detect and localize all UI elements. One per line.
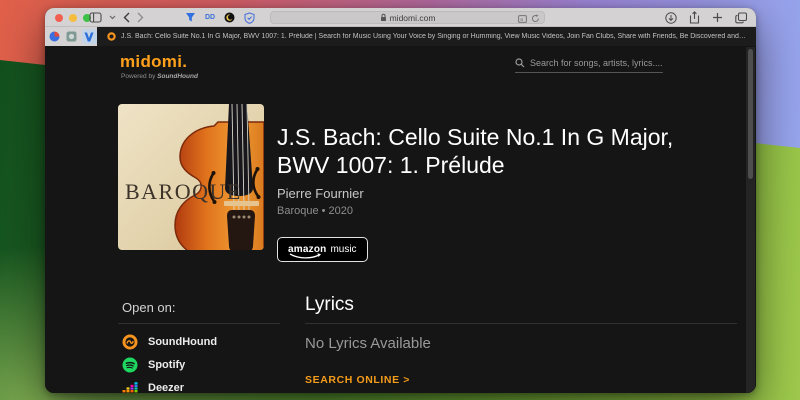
spotify-icon — [122, 357, 138, 373]
address-bar[interactable]: midomi.com a — [270, 11, 545, 24]
no-lyrics-status: No Lyrics Available — [305, 335, 431, 352]
dd-extension-icon[interactable]: DD — [205, 14, 215, 21]
track-album-year: Baroque • 2020 — [277, 205, 353, 217]
open-on-spotify[interactable]: Spotify — [122, 357, 185, 373]
lock-icon — [380, 13, 387, 22]
shield-extension-icon[interactable] — [244, 12, 255, 24]
minimize-window-button[interactable] — [69, 14, 77, 22]
soundhound-icon — [122, 334, 138, 350]
desktop-wallpaper: DD midomi.com a — [0, 0, 800, 400]
music-label: music — [330, 244, 356, 255]
open-on-deezer[interactable]: Deezer — [122, 380, 184, 393]
toolbar-actions — [665, 8, 748, 27]
new-tab-icon[interactable] — [712, 12, 723, 23]
forward-button[interactable] — [137, 12, 144, 23]
tab-overview-icon[interactable] — [735, 12, 748, 24]
extension-icons: DD — [185, 8, 255, 27]
sidebar-toggle-icon[interactable] — [89, 12, 102, 23]
amazon-wordmark: amazon — [288, 244, 326, 255]
open-on-heading: Open on: — [122, 300, 176, 315]
midomi-logo[interactable]: midomi. — [120, 52, 187, 72]
active-tab[interactable]: J.S. Bach: Cello Suite No.1 In G Major, … — [97, 27, 756, 46]
amazon-music-button[interactable]: amazon music — [277, 237, 368, 262]
pinned-tab-3-active[interactable] — [82, 29, 97, 44]
dark-mode-extension-icon[interactable] — [224, 12, 235, 23]
page-scrollbar[interactable] — [746, 47, 755, 393]
page-settings-icon[interactable]: a — [518, 15, 527, 23]
powered-by-line: Powered by SoundHound — [121, 73, 198, 80]
deezer-icon — [122, 380, 138, 393]
scrollbar-thumb[interactable] — [748, 49, 753, 179]
funnel-extension-icon[interactable] — [185, 12, 196, 23]
svg-text:a: a — [520, 16, 523, 22]
search-online-link[interactable]: SEARCH ONLINE > — [305, 374, 410, 386]
search-icon — [515, 58, 525, 68]
powered-by-brand: SoundHound — [157, 73, 198, 80]
url-text: midomi.com — [390, 13, 436, 23]
tab-strip: J.S. Bach: Cello Suite No.1 In G Major, … — [45, 27, 756, 46]
traffic-lights — [55, 8, 91, 27]
downloads-icon[interactable] — [665, 12, 677, 24]
soundhound-label: SoundHound — [148, 336, 217, 348]
album-art-text: BAROQUE — [125, 179, 242, 204]
back-button[interactable] — [123, 12, 130, 23]
site-search[interactable] — [515, 54, 663, 73]
lyrics-heading: Lyrics — [305, 294, 354, 316]
powered-by-prefix: Powered by — [121, 73, 155, 80]
midomi-favicon — [107, 32, 116, 41]
sidebar-chevron-down-icon[interactable] — [109, 15, 116, 20]
midomi-page: midomi. Powered by SoundHound — [45, 47, 756, 393]
pinned-tab-1[interactable] — [48, 29, 61, 44]
browser-toolbar: DD midomi.com a — [45, 8, 756, 27]
album-art: BAROQUE — [118, 104, 264, 250]
open-on-divider — [118, 323, 280, 324]
lyrics-divider — [305, 323, 737, 324]
open-on-soundhound[interactable]: SoundHound — [122, 334, 217, 350]
deezer-label: Deezer — [148, 382, 184, 393]
track-title: J.S. Bach: Cello Suite No.1 In G Major, … — [277, 123, 732, 179]
close-window-button[interactable] — [55, 14, 63, 22]
amazon-smile-icon — [289, 253, 323, 259]
pinned-tab-2[interactable] — [65, 29, 78, 44]
nav-controls — [89, 8, 144, 27]
spotify-label: Spotify — [148, 359, 185, 371]
search-input[interactable] — [530, 58, 663, 68]
pinned-tabs — [45, 27, 97, 46]
safari-window: DD midomi.com a — [45, 8, 756, 393]
share-icon[interactable] — [689, 11, 700, 24]
track-artist: Pierre Fournier — [277, 186, 364, 201]
reload-icon[interactable] — [531, 14, 540, 23]
tab-title: J.S. Bach: Cello Suite No.1 In G Major, … — [121, 33, 746, 40]
